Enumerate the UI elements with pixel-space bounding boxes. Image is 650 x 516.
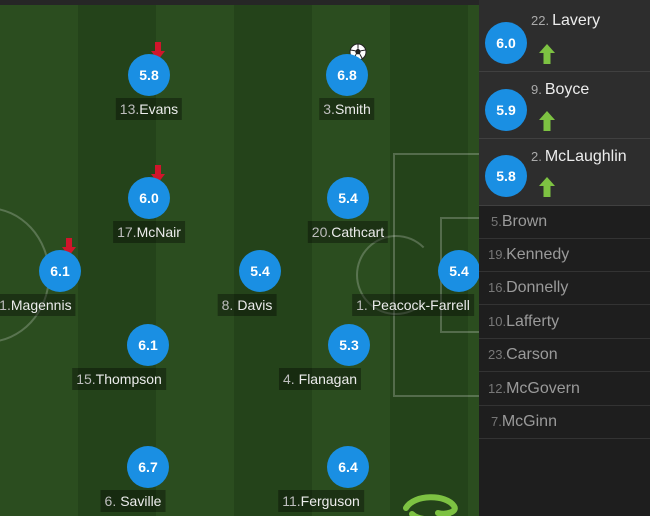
player-rating: 5.9 bbox=[485, 89, 527, 131]
player-name: 11.Ferguson bbox=[278, 490, 364, 512]
player-rating: 6.7 bbox=[127, 446, 169, 488]
pitch: 5.8 13.Evans 6.8 3.Smith 6.0 17.McNair 5… bbox=[0, 0, 479, 516]
player-name: 15.Thompson bbox=[72, 368, 166, 390]
player-rating: 6.0 bbox=[128, 177, 170, 219]
player-name: 16.Donnelly bbox=[488, 279, 569, 296]
substitute-boyce[interactable]: 5.9 9. Boyce bbox=[479, 72, 650, 139]
top-bar bbox=[0, 0, 479, 5]
player-rating: 5.3 bbox=[328, 324, 370, 366]
player-name: 17.McNair bbox=[113, 221, 185, 243]
bench-player-carson[interactable]: 23.Carson bbox=[479, 339, 650, 372]
substitutes-panel: 6.0 22. Lavery 5.9 9. Boyce 5.8 2. McLaughl… bbox=[479, 0, 650, 516]
player-name: 7.McGinn bbox=[491, 413, 557, 430]
player-name: 2. McLaughlin bbox=[531, 148, 627, 165]
player-rating: 6.1 bbox=[127, 324, 169, 366]
bench-player-donnelly[interactable]: 16.Donnelly bbox=[479, 272, 650, 305]
player-rating: 6.1 bbox=[39, 250, 81, 292]
player-name: 10.Lafferty bbox=[488, 313, 560, 330]
bench-player-mcgovern[interactable]: 12.McGovern bbox=[479, 373, 650, 406]
player-rating: 6.4 bbox=[327, 446, 369, 488]
sub-on-arrow-icon bbox=[539, 44, 555, 64]
bench-player-lafferty[interactable]: 10.Lafferty bbox=[479, 306, 650, 339]
player-name: 3.Smith bbox=[319, 98, 375, 120]
brand-logo-icon bbox=[403, 494, 458, 516]
sub-on-arrow-icon bbox=[539, 111, 555, 131]
substitute-mclaughlin[interactable]: 5.8 2. McLaughlin bbox=[479, 139, 650, 206]
player-name: 20.Cathcart bbox=[307, 221, 389, 243]
player-rating: 5.4 bbox=[438, 250, 479, 292]
player-rating: 5.8 bbox=[128, 54, 170, 96]
player-name: 19.Kennedy bbox=[488, 246, 570, 263]
sub-on-arrow-icon bbox=[539, 177, 555, 197]
player-name: 6. Saville bbox=[100, 490, 166, 512]
bench-player-kennedy[interactable]: 19.Kennedy bbox=[479, 239, 650, 272]
player-rating: 6.8 bbox=[326, 54, 368, 96]
bench-player-mcginn[interactable]: 7.McGinn bbox=[479, 406, 650, 439]
player-name: 22. Lavery bbox=[531, 12, 601, 29]
player-name: 13.Evans bbox=[115, 98, 183, 120]
player-name: 1. Peacock-Farrell bbox=[352, 294, 474, 316]
player-rating: 5.8 bbox=[485, 155, 527, 197]
substitute-lavery[interactable]: 6.0 22. Lavery bbox=[479, 0, 650, 72]
player-name: 11.Magennis bbox=[0, 294, 76, 316]
player-rating: 5.4 bbox=[239, 250, 281, 292]
player-name: 12.McGovern bbox=[488, 380, 580, 397]
player-name: 9. Boyce bbox=[531, 81, 590, 98]
player-name: 4. Flanagan bbox=[278, 368, 362, 390]
bench-player-brown[interactable]: 5.Brown bbox=[479, 206, 650, 239]
player-name: 5.Brown bbox=[491, 213, 548, 230]
player-rating: 6.0 bbox=[485, 22, 527, 64]
player-rating: 5.4 bbox=[327, 177, 369, 219]
player-name: 8. Davis bbox=[217, 294, 277, 316]
player-name: 23.Carson bbox=[488, 346, 558, 363]
